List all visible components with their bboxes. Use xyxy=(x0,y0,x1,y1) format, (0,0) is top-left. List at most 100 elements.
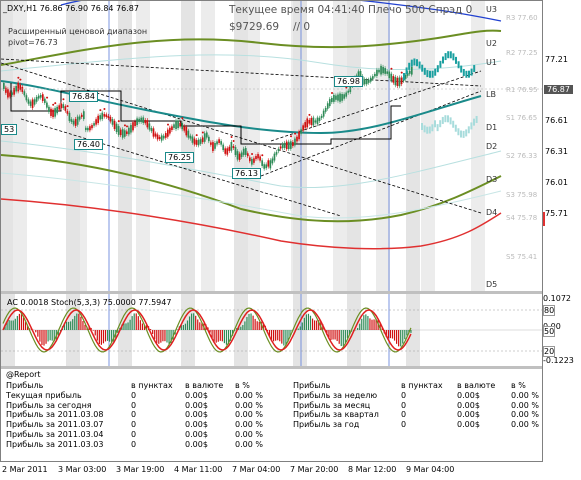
candle-body xyxy=(244,147,247,155)
candle-body xyxy=(187,130,190,138)
candle-body xyxy=(107,115,110,119)
fractal-dot xyxy=(167,123,169,126)
candle-body xyxy=(87,127,89,131)
candle-body xyxy=(322,110,325,117)
fractal-dot xyxy=(99,109,102,112)
candle-body xyxy=(21,86,24,92)
candle-body xyxy=(121,129,124,138)
rep-left-cell: 0.00 % xyxy=(235,420,263,430)
rep-left-cell: 0.00$ xyxy=(185,420,208,430)
candle-body xyxy=(298,131,300,140)
price-label: 76.25 xyxy=(165,152,194,163)
rep-left-cell: 0.00 % xyxy=(235,390,263,400)
candle-body xyxy=(363,79,366,85)
panel-separator[interactable] xyxy=(1,366,542,369)
forecast-bar xyxy=(403,73,405,80)
pivot-d4: D4 xyxy=(486,208,498,217)
balance-extra: // 0 xyxy=(293,21,311,33)
fractal-dot xyxy=(294,132,297,135)
candle-body xyxy=(285,141,288,150)
candle-body xyxy=(369,77,372,82)
candle-body xyxy=(251,158,253,165)
candle-body xyxy=(365,79,368,85)
report-left-header-points: в пунктах xyxy=(131,381,173,390)
ind-tick: -0.1223 xyxy=(543,356,574,365)
report-right-header-currency: в валюте xyxy=(457,381,496,390)
fractal-dot xyxy=(308,113,311,116)
candle-body xyxy=(50,108,52,116)
candle-body xyxy=(265,164,268,169)
forecast-bar xyxy=(431,70,434,78)
candle-body xyxy=(271,158,274,164)
candle-body xyxy=(339,93,341,102)
forecast-bar xyxy=(416,59,418,67)
rep-right-cell: Прибыль за месяц xyxy=(293,400,371,410)
candle-body xyxy=(160,135,163,141)
candle-body xyxy=(101,112,104,120)
rep-right-cell: 0.00$ xyxy=(457,410,480,420)
pivot-s2: S2 76.33 xyxy=(506,152,538,160)
candle-body xyxy=(148,123,151,130)
time-tick: 4 Mar 11:00 xyxy=(174,465,223,474)
candle-body xyxy=(386,71,389,74)
candle-body xyxy=(294,138,296,146)
price-axis[interactable]: 77.21 76.87 76.61 76.31 76.01 75.71 0.10… xyxy=(543,0,581,462)
session-band xyxy=(136,1,150,291)
fractal-dot xyxy=(103,108,106,111)
report-right-header-profit: Прибыль xyxy=(293,381,331,390)
candle-body xyxy=(199,139,202,144)
price-tick: 76.31 xyxy=(545,147,568,156)
candle-body xyxy=(255,156,257,160)
session-band xyxy=(421,1,435,291)
price-tick: 75.71 xyxy=(545,209,568,218)
rep-right-cell: 0.00$ xyxy=(457,400,480,410)
forecast-bar xyxy=(421,64,424,72)
fractal-dot xyxy=(400,71,403,74)
pivot-d3: D3 xyxy=(486,175,498,184)
candle-body xyxy=(380,65,382,75)
fractal-dot xyxy=(117,120,120,123)
candle-body xyxy=(44,98,46,103)
candle-body xyxy=(240,152,243,158)
candle-body xyxy=(48,106,50,112)
candle-body xyxy=(97,115,99,124)
candle-body xyxy=(181,123,184,130)
pivot-u2: U2 xyxy=(486,39,497,48)
forecast-bar xyxy=(426,70,429,78)
fractal-dot xyxy=(123,124,126,127)
candle-body xyxy=(29,101,32,106)
candle-body xyxy=(343,94,345,99)
rep-left-cell: Прибыль за 2011.03.08 xyxy=(6,410,104,420)
indicator-title: AC 0.0018 Stoch(5,3,3) 75.0000 77.5947 xyxy=(7,298,172,307)
forecast-bar xyxy=(423,125,426,133)
candle-body xyxy=(7,89,9,98)
candle-body xyxy=(324,107,327,112)
candle-body xyxy=(335,95,337,100)
candle-body xyxy=(267,160,270,167)
candle-body xyxy=(78,116,81,120)
pivot-u1: U1 xyxy=(486,58,497,67)
rep-left-cell: Прибыль за 2011.03.04 xyxy=(6,430,104,439)
candle-body xyxy=(222,144,225,151)
candle-body xyxy=(138,118,140,122)
candle-body xyxy=(123,130,126,137)
candle-body xyxy=(281,143,284,149)
candle-body xyxy=(208,136,210,142)
candle-body xyxy=(224,148,227,154)
fractal-dot xyxy=(181,117,184,120)
candle-body xyxy=(287,141,290,150)
candle-body xyxy=(150,127,153,132)
candle-body xyxy=(134,121,136,127)
range-label: Расширенный ценовой диапазон xyxy=(8,27,148,36)
candle-body xyxy=(331,97,333,103)
candle-body xyxy=(17,82,20,92)
terminal-window: _DXY,H1 76.86 76.90 76.84 76.87 Расширен… xyxy=(0,0,581,480)
candle-body xyxy=(89,126,91,131)
time-tick: 7 Mar 04:00 xyxy=(232,465,281,474)
candle-body xyxy=(197,139,200,146)
candle-body xyxy=(408,70,411,74)
rep-left-cell: 0.00$ xyxy=(185,390,208,400)
candle-body xyxy=(115,123,118,133)
candle-body xyxy=(410,66,413,75)
forecast-bar xyxy=(468,70,470,78)
